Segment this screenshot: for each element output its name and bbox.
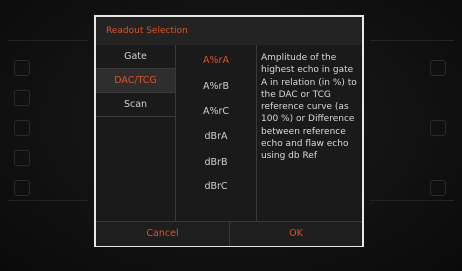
dialog-content: Gate DAC/TCG Scan A%rA A%rB A%rC dBrA dB…	[96, 45, 362, 221]
background-icon	[430, 60, 446, 76]
readout-item[interactable]: A%rC	[176, 106, 256, 117]
readout-item[interactable]: dBrA	[176, 131, 256, 142]
cancel-button[interactable]: Cancel	[96, 222, 230, 246]
category-label: Scan	[123, 99, 148, 110]
readout-item[interactable]: dBrC	[176, 181, 256, 192]
dialog-titlebar: Readout Selection	[96, 17, 362, 45]
dialog-title: Readout Selection	[106, 26, 188, 36]
readout-label: A%rB	[203, 81, 229, 92]
readout-item[interactable]: A%rB	[176, 81, 256, 92]
dialog-footer: Cancel OK	[96, 221, 362, 246]
background-divider	[8, 40, 88, 41]
readout-label: dBrA	[204, 131, 228, 142]
readout-selection-dialog: Readout Selection Gate DAC/TCG Scan A%rA…	[94, 15, 364, 247]
category-item-gate[interactable]: Gate	[96, 45, 175, 69]
readout-label: dBrC	[204, 181, 228, 192]
ok-button[interactable]: OK	[230, 222, 362, 246]
category-item-dac-tcg[interactable]: DAC/TCG	[96, 69, 175, 93]
background-divider	[370, 200, 454, 201]
readout-label: dBrB	[204, 157, 228, 168]
readout-label: A%rC	[202, 106, 230, 117]
category-label: Gate	[124, 51, 147, 62]
background-icon	[430, 120, 446, 136]
background-icon	[14, 150, 30, 166]
category-label: DAC/TCG	[114, 75, 157, 86]
readout-item[interactable]: A%rA	[176, 55, 256, 66]
category-list: Gate DAC/TCG Scan	[96, 45, 176, 221]
readout-label: A%rA	[203, 55, 229, 66]
background-icon	[14, 90, 30, 106]
readout-description: Amplitude of the highest echo in gate A …	[261, 53, 357, 162]
background-divider	[370, 40, 454, 41]
background-icon	[14, 120, 30, 136]
background-icon	[430, 180, 446, 196]
readout-item[interactable]: dBrB	[176, 157, 256, 168]
background-icon	[14, 60, 30, 76]
readout-list: A%rA A%rB A%rC dBrA dBrB dBrC	[176, 45, 257, 221]
background-icon	[14, 180, 30, 196]
background-divider	[8, 200, 88, 201]
category-item-scan[interactable]: Scan	[96, 93, 175, 117]
